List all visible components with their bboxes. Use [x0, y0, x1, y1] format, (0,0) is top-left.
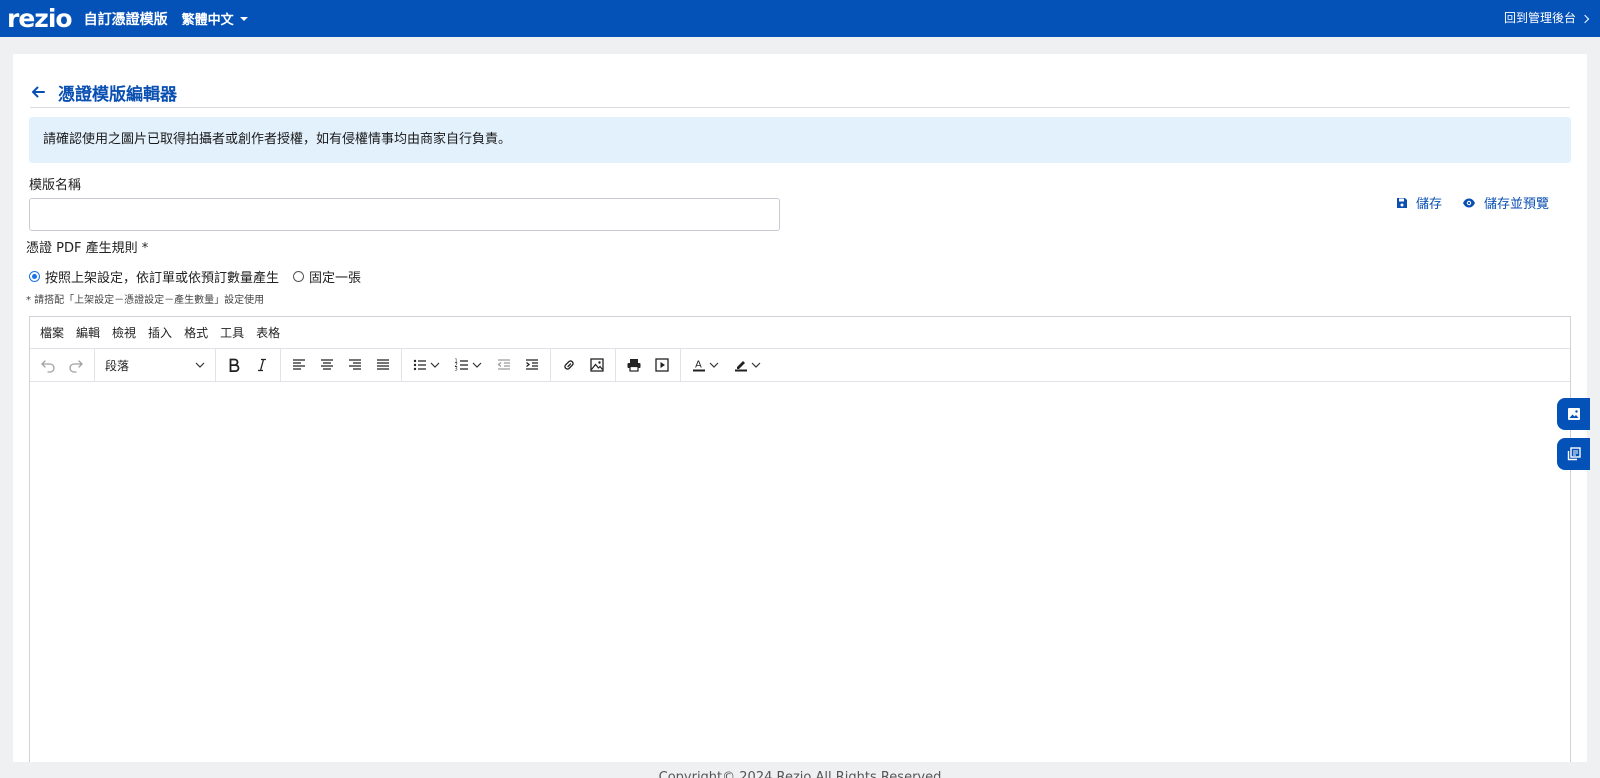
page-header: 憑證模版編輯器	[30, 76, 1570, 108]
rich-text-editor: 檔案 編輯 檢視 插入 格式 工具 表格 段落 1 2 3 A	[29, 316, 1571, 762]
highlight-icon[interactable]	[727, 351, 769, 379]
insert-group	[551, 349, 616, 381]
text-color-icon[interactable]: A	[685, 351, 727, 379]
svg-text:A: A	[695, 360, 702, 371]
back-to-admin-link[interactable]: 回到管理後台	[1503, 0, 1590, 37]
output-group	[616, 349, 681, 381]
menu-tools[interactable]: 工具	[220, 324, 244, 341]
block-format-group: 段落	[95, 349, 216, 381]
align-justify-icon[interactable]	[369, 351, 397, 379]
language-selector[interactable]: 繁體中文	[182, 9, 248, 28]
align-left-icon[interactable]	[285, 351, 313, 379]
chevron-down-icon	[472, 362, 482, 368]
media-icon[interactable]	[648, 351, 676, 379]
indent-icon[interactable]	[518, 351, 546, 379]
footer-copyright: Copyright© 2024 Rezio All Rights Reserve…	[658, 770, 942, 778]
editor-content-area[interactable]	[30, 383, 1570, 762]
back-to-admin-label: 回到管理後台	[1503, 11, 1576, 25]
menu-format[interactable]: 格式	[184, 324, 208, 341]
numbered-list-icon[interactable]: 123	[448, 351, 490, 379]
history-group	[30, 349, 95, 381]
align-center-icon[interactable]	[313, 351, 341, 379]
editor-menubar: 檔案 編輯 檢視 插入 格式 工具 表格	[30, 317, 1570, 349]
align-right-icon[interactable]	[341, 351, 369, 379]
link-icon[interactable]	[555, 351, 583, 379]
radio-label: 按照上架設定，依訂單或依預訂數量產生	[45, 271, 280, 286]
bold-icon[interactable]	[220, 351, 248, 379]
menu-edit[interactable]: 編輯	[76, 324, 100, 341]
redo-icon[interactable]	[62, 351, 90, 379]
chevron-down-icon	[430, 362, 440, 368]
template-name-input[interactable]	[29, 198, 780, 231]
caret-down-icon	[239, 16, 248, 21]
page-title: 憑證模版編輯器	[58, 85, 177, 105]
editor-toolbar: 段落 1 2 3 A	[30, 349, 1570, 382]
back-arrow-icon[interactable]	[30, 78, 58, 106]
list-group: 123	[402, 349, 551, 381]
floppy-disk-icon	[1396, 197, 1407, 208]
save-button[interactable]: 儲存	[1396, 193, 1442, 212]
radio-label: 固定一張	[309, 271, 362, 286]
radio-selected-icon	[29, 271, 40, 282]
image-icon[interactable]	[583, 351, 611, 379]
radio-unselected-icon	[293, 271, 305, 282]
chevron-down-icon	[709, 362, 719, 368]
italic-icon[interactable]	[248, 351, 276, 379]
chevron-down-icon	[751, 362, 761, 368]
undo-icon[interactable]	[34, 351, 62, 379]
chevron-down-icon	[195, 362, 205, 368]
radio-fixed-one[interactable]: 固定一張	[293, 267, 361, 286]
color-group: A	[681, 349, 773, 381]
block-format-value: 段落	[105, 358, 130, 373]
menu-table[interactable]: 表格	[256, 324, 280, 341]
action-buttons: 儲存 儲存並預覽	[1396, 193, 1549, 212]
language-label: 繁體中文	[181, 13, 234, 28]
main-card: 憑證模版編輯器 請確認使用之圖片已取得拍攝者或創作者授權，如有侵權情事均由商家自…	[13, 54, 1587, 762]
bullet-list-icon[interactable]	[406, 351, 448, 379]
menu-view[interactable]: 檢視	[112, 324, 136, 341]
pdf-rule-radio-group: 按照上架設定，依訂單或依預訂數量產生 固定一張	[29, 267, 375, 286]
save-and-preview-label: 儲存並預覽	[1483, 197, 1549, 212]
copyright-alert: 請確認使用之圖片已取得拍攝者或創作者授權，如有侵權情事均由商家自行負責。	[29, 117, 1571, 163]
menu-insert[interactable]: 插入	[148, 324, 172, 341]
menu-file[interactable]: 檔案	[40, 324, 64, 341]
outdent-icon[interactable]	[490, 351, 518, 379]
copy-template-icon	[1567, 447, 1581, 461]
rezio-logo[interactable]: rezio	[7, 0, 73, 37]
eye-icon	[1462, 198, 1475, 207]
pdf-rule-note: * 請搭配「上架設定－憑證設定－產生數量」設定使用	[26, 295, 265, 306]
save-and-preview-button[interactable]: 儲存並預覽	[1462, 193, 1549, 212]
svg-text:3: 3	[455, 367, 458, 373]
image-icon	[1567, 408, 1580, 420]
text-style-group	[216, 349, 281, 381]
chevron-right-icon	[1580, 14, 1590, 23]
block-format-select[interactable]: 段落	[99, 351, 211, 379]
side-template-button[interactable]	[1557, 438, 1590, 470]
alignment-group	[281, 349, 402, 381]
top-bar: rezio 自訂憑證模版 繁體中文 回到管理後台	[0, 0, 1600, 37]
app-title: 自訂憑證模版	[83, 11, 168, 28]
radio-by-listing-setting[interactable]: 按照上架設定，依訂單或依預訂數量產生	[29, 267, 279, 286]
pdf-rule-label: 憑證 PDF 產生規則 *	[26, 241, 149, 256]
print-icon[interactable]	[620, 351, 648, 379]
save-label: 儲存	[1415, 197, 1442, 212]
side-image-button[interactable]	[1557, 398, 1590, 430]
template-name-label: 模版名稱	[29, 178, 82, 193]
